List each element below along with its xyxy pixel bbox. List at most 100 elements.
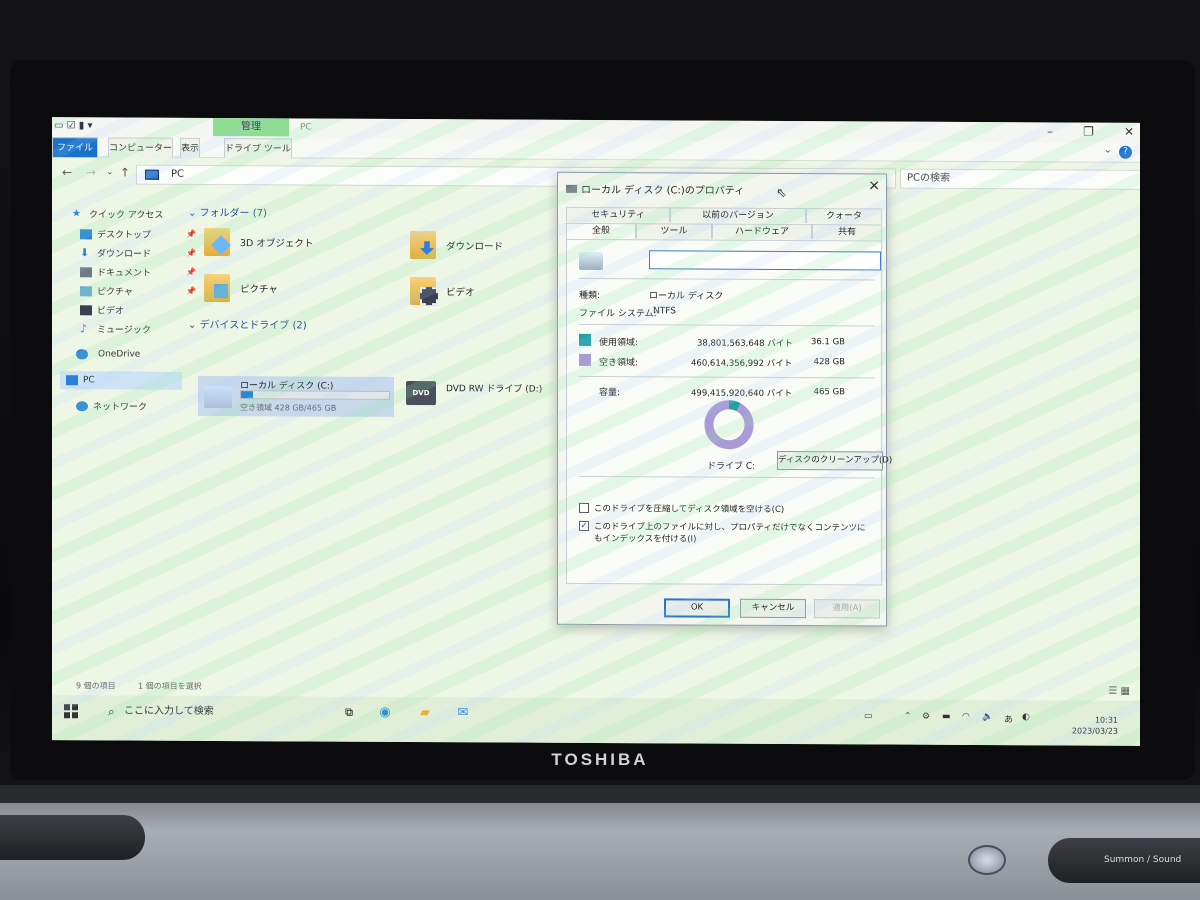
file-explorer-icon[interactable]: ▰ [414, 703, 436, 723]
pictures-icon [80, 285, 92, 296]
folders-group-header[interactable]: ⌄ フォルダー (7) [188, 204, 267, 219]
chevron-down-icon[interactable]: ⌄ [1104, 145, 1112, 156]
status-item-count: 9 個の項目 [76, 681, 116, 691]
taskbar-clock[interactable]: 10:31 2023/03/23 [1072, 714, 1118, 736]
close-icon[interactable]: ✕ [1124, 125, 1134, 139]
back-arrow-icon[interactable]: ← [62, 165, 72, 179]
tab-drive-tools[interactable]: ドライブ ツール [224, 138, 292, 159]
videos-folder-icon [410, 277, 436, 306]
type-value: ローカル ディスク [649, 291, 724, 302]
tab-file[interactable]: ファイル [52, 137, 98, 158]
nav-pc-label: PC [83, 375, 95, 386]
ime-icon[interactable]: あ [1004, 712, 1013, 725]
drive-c-free: 空き領域 428 GB/465 GB [240, 403, 337, 413]
quick-access-toolbar-icon[interactable]: ▭ ☑ ▮ ▾ [54, 120, 92, 131]
apply-button[interactable]: 適用(A) [814, 599, 880, 619]
tab-previous-versions[interactable]: 以前のバージョン [670, 207, 806, 224]
pc-icon [145, 169, 159, 180]
folder-3d-objects[interactable]: 3D オブジェクト [204, 227, 313, 257]
close-icon[interactable]: ✕ [868, 178, 880, 194]
task-view-icon[interactable]: ⧉ [338, 703, 360, 723]
mail-icon[interactable]: ✉ [452, 703, 474, 723]
power-button[interactable] [968, 845, 1006, 875]
ribbon-tabs: ファイル コンピューター 表示 ドライブ ツール ⌄ ? [52, 137, 1140, 163]
touch-keyboard-icon[interactable]: ▭ [864, 711, 873, 721]
hard-disk-icon [579, 251, 603, 271]
nav-item-videos[interactable]: ビデオ [80, 303, 124, 317]
volume-icon[interactable]: 🔈 [982, 712, 993, 722]
tab-security[interactable]: セキュリティ [566, 206, 670, 223]
tab-hardware[interactable]: ハードウェア [712, 223, 812, 240]
downloads-folder-icon [410, 231, 436, 260]
compress-option[interactable]: このドライブを圧縮してディスク領域を空ける(C) [579, 502, 784, 515]
help-icon[interactable]: ? [1119, 145, 1132, 159]
capacity-size: 465 GB [813, 387, 845, 398]
network-icon [76, 400, 88, 411]
show-hidden-icons-chevron-icon[interactable]: ⌃ [904, 712, 912, 722]
nav-item-music[interactable]: ♪ ミュージック [80, 322, 151, 336]
clock-time: 10:31 [1094, 715, 1118, 725]
tab-view[interactable]: 表示 [180, 137, 201, 158]
drive-c-tile[interactable]: ローカル ディスク (C:) 空き領域 428 GB/465 GB [198, 375, 394, 417]
ribbon-context-tab-manage[interactable]: 管理 [213, 117, 289, 137]
drive-usage-bar [240, 390, 390, 400]
navigation-pane: ★ クイック アクセス デスクトップ 📌 ⬇ ダウンロード 📌 ドキュメント 📌… [52, 197, 196, 598]
free-space-size: 428 GB [813, 357, 845, 368]
nav-item-desktop[interactable]: デスクトップ 📌 [80, 227, 196, 241]
nav-item-onedrive[interactable]: OneDrive [76, 349, 141, 360]
document-icon [80, 266, 92, 277]
maximize-icon[interactable]: ❐ [1083, 125, 1094, 139]
cancel-button[interactable]: キャンセル [740, 598, 806, 619]
index-checkbox[interactable]: ✓ [579, 520, 589, 531]
battery-icon[interactable]: ▬ [942, 712, 951, 722]
donut-free-segment [704, 400, 754, 450]
taskbar-search-input[interactable]: ここに入力して検索 [108, 701, 318, 722]
desktop-icon [80, 228, 92, 239]
tab-computer[interactable]: コンピューター [108, 137, 174, 158]
taskbar: ここに入力して検索 ⧉ ◉ ▰ ✉ ▭ ⌃ ⚙ ▬ ◠ 🔈 あ ◐ 10:31 … [52, 695, 1140, 746]
nav-item-pictures[interactable]: ピクチャ 📌 [80, 284, 196, 298]
minimize-icon[interactable]: – [1047, 124, 1053, 138]
devices-group-header[interactable]: ⌄ デバイスとドライブ (2) [188, 316, 307, 332]
download-arrow-icon: ⬇ [80, 245, 90, 259]
filesystem-label: ファイル システム: [579, 308, 657, 320]
folder-pictures[interactable]: ピクチャ [204, 273, 278, 303]
compress-checkbox[interactable] [579, 502, 589, 513]
dvd-drive-tile[interactable]: DVD DVD RW ドライブ (D:) [406, 381, 542, 406]
network-tray-icon[interactable]: ⚙ [922, 712, 930, 722]
palm-rest [0, 785, 1200, 900]
recent-chevron-icon[interactable]: ⌄ [106, 167, 114, 177]
3d-objects-folder-icon [204, 227, 230, 257]
clock-date: 2023/03/23 [1071, 726, 1118, 736]
up-arrow-icon[interactable]: ↑ [120, 166, 130, 180]
nav-item-pc[interactable]: PC [60, 371, 182, 390]
type-label: 種類: [579, 290, 601, 302]
dvd-label: DVD RW ドライブ (D:) [446, 384, 543, 395]
index-option[interactable]: ✓ このドライブ上のファイルに対し、プロパティだけでなくコンテンツにもインデック… [579, 520, 869, 546]
tab-tools[interactable]: ツール [636, 223, 712, 239]
edge-browser-icon[interactable]: ◉ [374, 703, 396, 723]
nav-item-network[interactable]: ネットワーク [76, 399, 147, 413]
volume-name-input[interactable] [649, 250, 881, 271]
tab-quota[interactable]: クォータ [806, 208, 882, 224]
tab-sharing[interactable]: 共有 [812, 224, 882, 240]
folder-downloads[interactable]: ダウンロード [410, 231, 503, 260]
wifi-icon[interactable]: ◠ [962, 712, 970, 722]
tab-general[interactable]: 全般 [566, 222, 636, 241]
window-title: PC [300, 122, 312, 133]
forward-arrow-icon[interactable]: → [86, 165, 96, 179]
nav-quick-access[interactable]: ★ クイック アクセス [72, 207, 163, 221]
ok-button[interactable]: OK [664, 598, 730, 618]
nav-item-documents[interactable]: ドキュメント 📌 [80, 265, 196, 279]
capacity-bytes: 499,415,920,640 バイト [691, 388, 793, 400]
disk-cleanup-button[interactable]: ディスクのクリーンアップ(D) [777, 450, 892, 471]
notification-icon[interactable]: ◐ [1022, 712, 1030, 722]
windows-start-icon[interactable] [64, 704, 78, 719]
nav-item-downloads[interactable]: ⬇ ダウンロード 📌 [80, 245, 196, 260]
screen: ▭ ☑ ▮ ▾ 管理 PC – ❐ ✕ ファイル コンピューター 表示 ドライブ… [52, 117, 1140, 746]
search-input[interactable]: PCの検索 [900, 168, 1140, 190]
folder-videos[interactable]: ビデオ [410, 277, 475, 306]
nav-onedrive-label: OneDrive [98, 349, 141, 360]
dvd-drive-icon: DVD [406, 381, 436, 406]
view-toggle-icon[interactable]: ☰ ▦ [1108, 686, 1130, 697]
